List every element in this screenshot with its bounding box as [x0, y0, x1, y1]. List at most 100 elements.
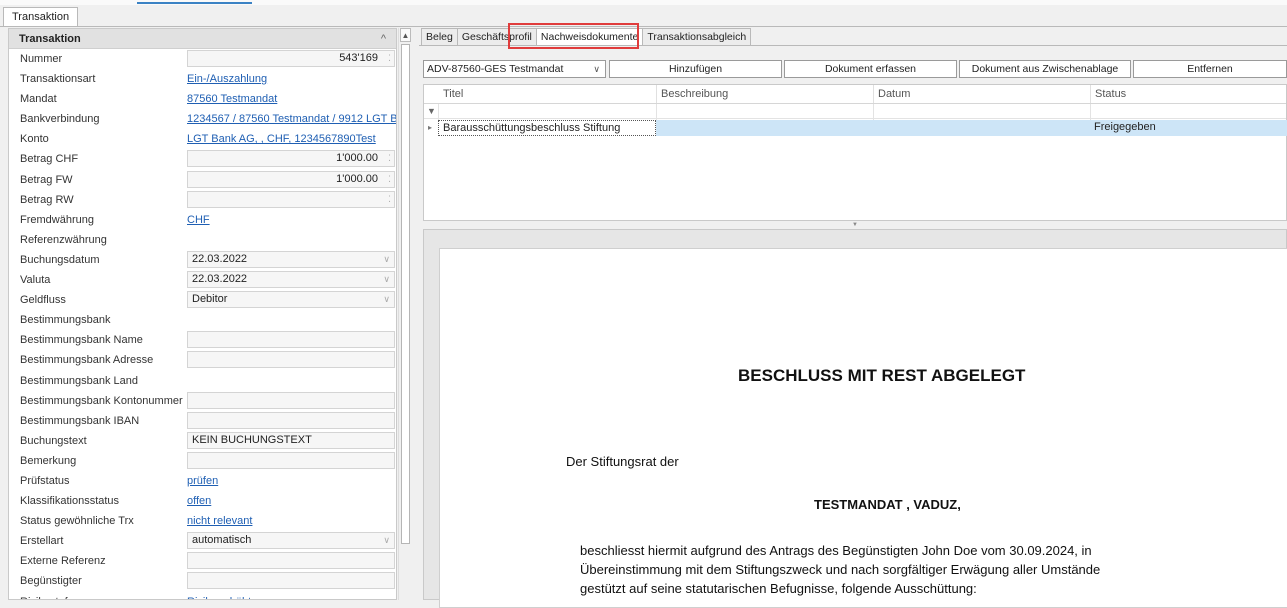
property-row: Bemerkung	[9, 451, 396, 471]
property-link[interactable]: 87560 Testmandat	[187, 89, 277, 109]
property-field[interactable]	[187, 351, 395, 369]
property-field[interactable]	[187, 552, 395, 570]
panel-header[interactable]: Transaktion ^	[9, 29, 396, 49]
property-label: Referenzwährung	[20, 233, 107, 246]
property-label: Buchungsdatum	[20, 253, 100, 266]
property-row: Bestimmungsbank Name	[9, 330, 396, 350]
property-link[interactable]: nicht relevant	[187, 511, 252, 531]
document-page: BESCHLUSS MIT REST ABGELEGT Der Stiftung…	[439, 248, 1287, 608]
paste-from-clipboard-button[interactable]: Dokument aus Zwischenablage	[959, 60, 1131, 78]
capture-document-button[interactable]: Dokument erfassen	[784, 60, 957, 78]
column-header-beschreibung[interactable]: Beschreibung	[656, 85, 873, 103]
property-field-value: Debitor	[192, 293, 228, 306]
property-field[interactable]	[187, 572, 395, 590]
property-row: Betrag FW 1'000.00 ⁚	[9, 170, 396, 190]
documents-grid: Titel Beschreibung Datum Status ▼ ▸ Bara…	[423, 84, 1287, 221]
property-row: Risikostufe Risiko erhöht	[9, 592, 396, 599]
property-label: Nummer	[20, 53, 63, 65]
tab-beleg[interactable]: Beleg	[421, 28, 458, 46]
property-dropdown[interactable]: 22.03.2022 ∨	[187, 271, 395, 289]
property-field[interactable]: KEIN BUCHUNGSTEXT	[187, 431, 395, 449]
splitter-handle[interactable]: ▼	[423, 221, 1287, 229]
left-scrollbar[interactable]: ▲	[398, 28, 411, 600]
document-toolbar: ADV-87560-GES Testmandat ∨ Hinzufügen Do…	[423, 60, 1287, 78]
remove-button[interactable]: Entfernen	[1133, 60, 1287, 78]
chevron-down-icon[interactable]: ∨	[383, 272, 390, 287]
property-row: Bestimmungsbank Adresse	[9, 350, 396, 370]
spinner-icon[interactable]: ⁚	[388, 51, 391, 66]
property-field[interactable]	[187, 331, 395, 349]
property-row: Betrag RW ⁚	[9, 190, 396, 210]
property-dropdown[interactable]: automatisch ∨	[187, 532, 395, 550]
cell-beschreibung[interactable]	[656, 120, 873, 136]
tab-transaktionsabgleich[interactable]: Transaktionsabgleich	[642, 28, 752, 46]
property-field[interactable]: 1'000.00 ⁚	[187, 170, 395, 188]
property-label: Erstellart	[20, 535, 64, 548]
property-label: Buchungstext	[20, 434, 87, 447]
table-row[interactable]: ▸ Barausschüttungsbeschluss Stiftung Fre…	[424, 120, 1287, 136]
document-preview: BESCHLUSS MIT REST ABGELEGT Der Stiftung…	[423, 229, 1287, 608]
cell-status[interactable]: Freigegeben	[1090, 120, 1287, 136]
property-label: Bestimmungsbank IBAN	[20, 414, 140, 427]
property-link[interactable]: LGT Bank AG, , CHF, 1234567890Test	[187, 129, 376, 149]
expand-row-icon[interactable]: ▸	[428, 120, 432, 135]
cell-datum[interactable]	[873, 120, 1090, 136]
column-header-datum[interactable]: Datum	[873, 85, 1090, 103]
spinner-icon[interactable]: ⁚	[388, 151, 391, 166]
property-row: Fremdwährung CHF	[9, 210, 396, 230]
property-link[interactable]: CHF	[187, 210, 210, 230]
panel-title: Transaktion	[19, 33, 81, 45]
property-label: Valuta	[20, 274, 51, 287]
property-field[interactable]: 543'169 ⁚	[187, 50, 395, 67]
property-link[interactable]: prüfen	[187, 471, 218, 491]
spinner-icon[interactable]: ⁚	[388, 172, 391, 187]
property-field[interactable]: 1'000.00 ⁚	[187, 150, 395, 168]
property-field-value: 22.03.2022	[192, 273, 248, 286]
tab-nachweisdokumente[interactable]: Nachweisdokumente	[535, 28, 644, 46]
transaction-properties-panel: Transaktion ^ Nummer 543'169 ⁚ Transaktions…	[8, 28, 397, 600]
property-row: Valuta 22.03.2022 ∨	[9, 270, 396, 290]
property-field[interactable]	[187, 451, 395, 469]
spinner-icon[interactable]: ⁚	[388, 192, 391, 207]
property-row: Betrag CHF 1'000.00 ⁚	[9, 149, 396, 169]
tab-transaktion[interactable]: Transaktion	[3, 7, 79, 26]
property-label: Risikostufe	[20, 592, 74, 599]
add-button[interactable]: Hinzufügen	[609, 60, 782, 78]
chevron-down-icon[interactable]: ∨	[383, 533, 390, 548]
property-link[interactable]: 1234567 / 87560 Testmandat / 9912 LGT Ba…	[187, 109, 396, 129]
property-field[interactable]	[187, 391, 395, 409]
cell-titel[interactable]: Barausschüttungsbeschluss Stiftung	[438, 120, 656, 136]
property-row: Nummer 543'169 ⁚	[9, 49, 396, 69]
property-link[interactable]: Ein-/Auszahlung	[187, 69, 267, 89]
scroll-thumb[interactable]	[401, 44, 410, 544]
property-label: Bemerkung	[20, 454, 77, 467]
property-label: Klassifikationsstatus	[20, 495, 120, 508]
chevron-down-icon[interactable]: ∨	[383, 252, 390, 267]
property-label: Begünstigter	[20, 575, 82, 588]
property-field[interactable]: ⁚	[187, 190, 395, 208]
top-strip	[0, 0, 1287, 5]
property-label: Betrag FW	[20, 173, 73, 186]
property-row: Prüfstatus prüfen	[9, 471, 396, 491]
document-select[interactable]: ADV-87560-GES Testmandat ∨	[423, 60, 606, 78]
document-body-line: beschliesst hiermit aufgrund des Antrags…	[580, 543, 1092, 558]
property-row: Geldfluss Debitor ∨	[9, 290, 396, 310]
property-link[interactable]: Risiko erhöht	[187, 592, 251, 599]
tab-geschaeftsprofil[interactable]: Geschäftsprofil	[456, 28, 537, 46]
filter-row[interactable]: ▼	[424, 104, 1286, 119]
property-dropdown[interactable]: Debitor ∨	[187, 291, 395, 309]
property-field[interactable]	[187, 411, 395, 429]
filter-icon[interactable]: ▼	[427, 104, 436, 118]
chevron-down-icon[interactable]: ∨	[383, 292, 390, 307]
property-link[interactable]: offen	[187, 491, 211, 511]
document-entity: TESTMANDAT , VADUZ,	[814, 497, 961, 512]
document-intro: Der Stiftungsrat der	[566, 454, 679, 469]
right-panel: Beleg Geschäftsprofil Nachweisdokumente …	[419, 23, 1287, 608]
column-header-titel[interactable]: Titel	[439, 85, 656, 103]
column-header-status[interactable]: Status	[1090, 85, 1287, 103]
property-dropdown[interactable]: 22.03.2022 ∨	[187, 250, 395, 268]
property-row: Bestimmungsbank Land	[9, 371, 396, 391]
collapse-icon[interactable]: ^	[381, 29, 386, 49]
property-label: Fremdwährung	[20, 213, 94, 226]
scroll-up-icon[interactable]: ▲	[400, 28, 411, 42]
